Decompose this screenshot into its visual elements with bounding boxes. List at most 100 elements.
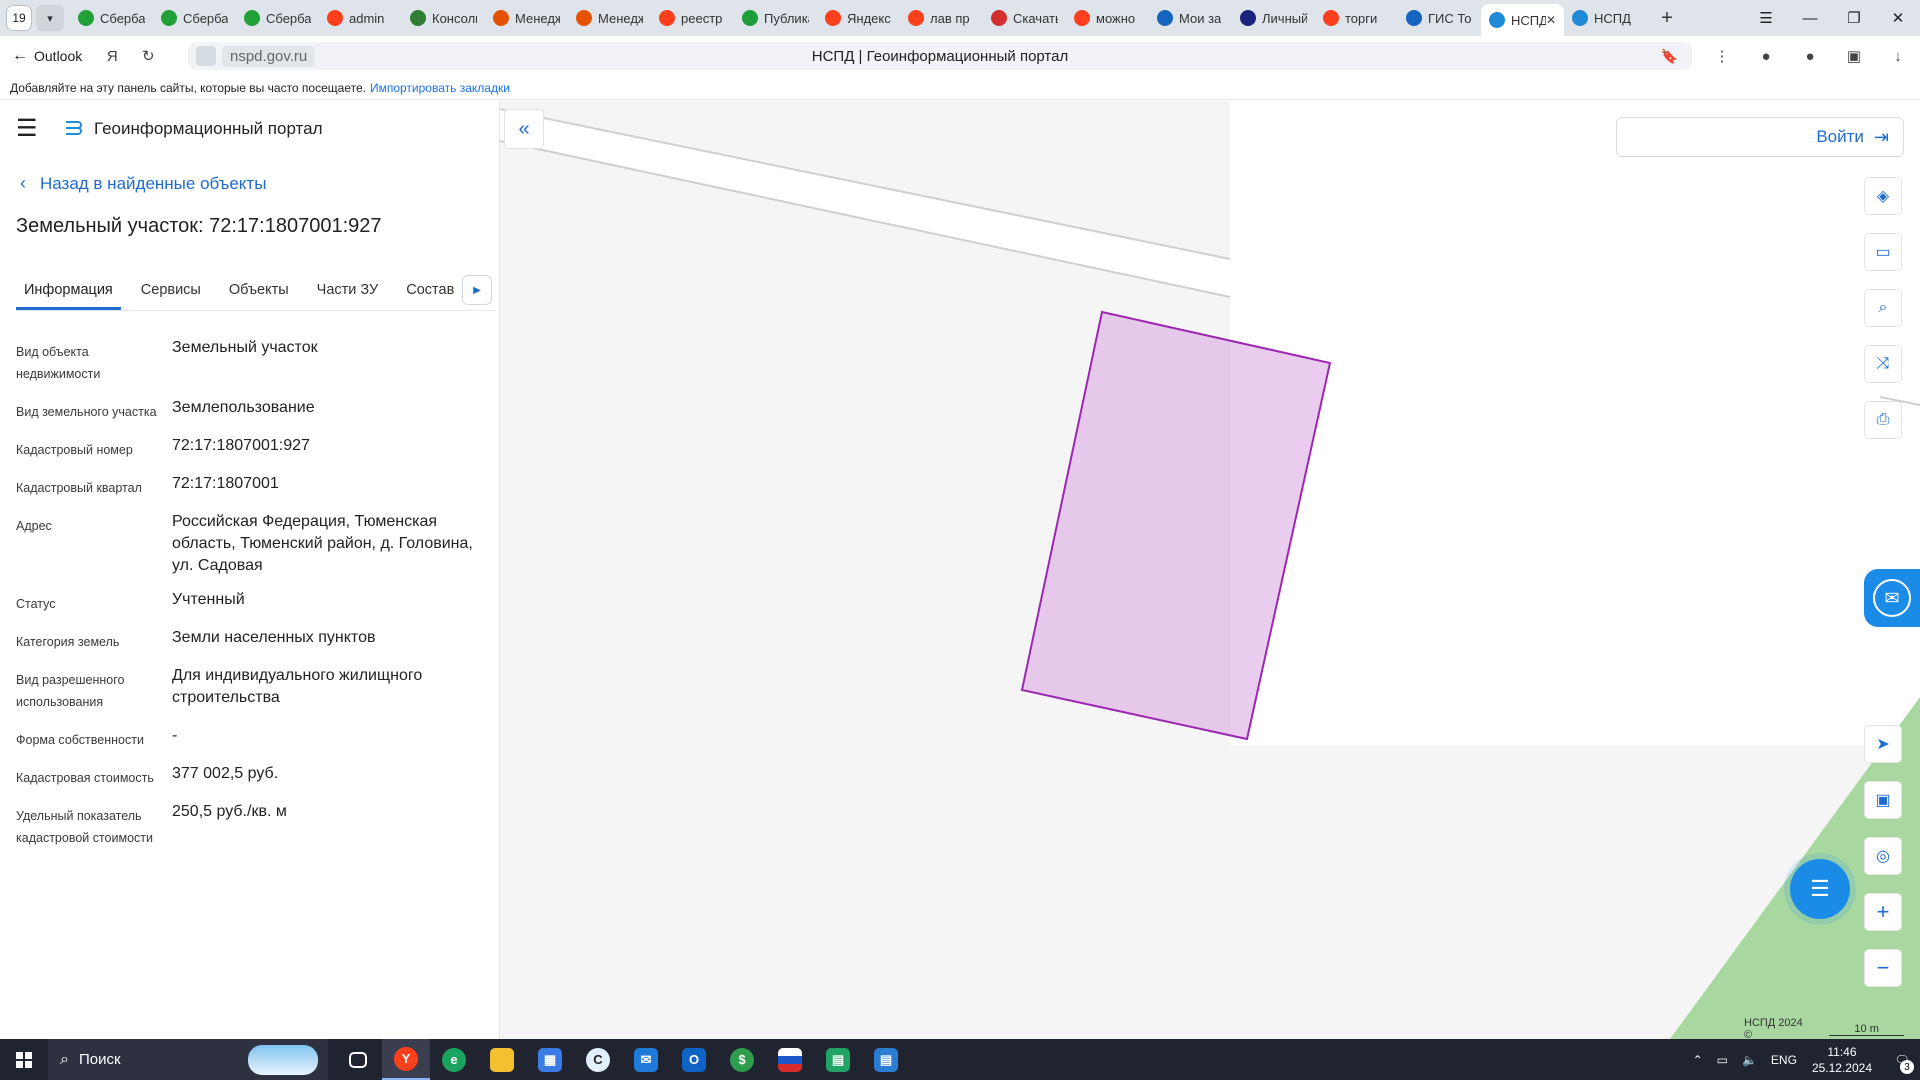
- tab-parts[interactable]: Части ЗУ: [309, 282, 387, 310]
- document-icon[interactable]: ▤: [862, 1039, 910, 1080]
- select-area-icon[interactable]: ⌕: [1864, 289, 1902, 327]
- menu-icon[interactable]: ☰: [16, 117, 44, 141]
- tab-services[interactable]: Сервисы: [133, 282, 209, 310]
- close-window-button[interactable]: ✕: [1876, 9, 1920, 27]
- minimize-button[interactable]: —: [1788, 10, 1832, 27]
- print-icon[interactable]: ⎙: [1864, 401, 1902, 439]
- browser-tab[interactable]: можно: [1066, 4, 1149, 32]
- browser-tab[interactable]: Сбербанк: [236, 4, 319, 32]
- property-row: Кадастровый номер 72:17:1807001:927: [16, 435, 486, 461]
- browser-tab[interactable]: Менеджер: [568, 4, 651, 32]
- network-icon[interactable]: ▭: [1717, 1053, 1728, 1067]
- tab-label: admin: [349, 10, 385, 26]
- map-scale: НСПД 2024 © 10 m: [1744, 1017, 1904, 1039]
- app-icon[interactable]: $: [718, 1039, 766, 1080]
- tabs-scroll-right-icon[interactable]: ▶: [462, 275, 492, 305]
- reload-icon[interactable]: ↻: [134, 42, 162, 70]
- browser-tab[interactable]: Сбербанк: [153, 4, 236, 32]
- browser-tab[interactable]: НСПД: [1564, 4, 1647, 32]
- browser-tab[interactable]: торги: [1315, 4, 1398, 32]
- app-icon[interactable]: C: [574, 1039, 622, 1080]
- browser-tab[interactable]: Консоль: [402, 4, 485, 32]
- tab-list-dropdown-icon[interactable]: ▾: [36, 5, 64, 31]
- browser-tab[interactable]: НСПД ✕: [1481, 4, 1564, 36]
- notifications-icon[interactable]: 🗨 3: [1884, 1039, 1920, 1080]
- collapse-panel-icon[interactable]: «: [504, 109, 544, 149]
- new-tab-button[interactable]: +: [1653, 4, 1681, 32]
- tab-count-badge[interactable]: 19: [6, 5, 32, 31]
- search-icon: ⌕: [60, 1050, 69, 1068]
- property-value: Земли населенных пунктов: [172, 629, 376, 646]
- task-view-icon[interactable]: [334, 1039, 382, 1080]
- language-indicator[interactable]: ENG: [1771, 1053, 1797, 1067]
- property-value: 377 002,5 руб.: [172, 765, 279, 782]
- import-bookmarks-link[interactable]: Импортировать закладки: [370, 81, 510, 95]
- tab-label: реестр: [681, 10, 723, 26]
- tab-composition[interactable]: Состав: [398, 282, 462, 310]
- browser-tab[interactable]: реестр: [651, 4, 734, 32]
- taskbar-search[interactable]: ⌕ Поиск: [48, 1039, 328, 1080]
- browser-tab[interactable]: Скачать: [983, 4, 1066, 32]
- property-row: Кадастровый квартал 72:17:1807001: [16, 473, 486, 499]
- tab-label: Скачать: [1013, 10, 1058, 26]
- back-to-outlook-button[interactable]: ← Outlook: [12, 47, 82, 65]
- back-to-results-link[interactable]: ‹ Назад в найденные объекты: [20, 173, 266, 194]
- tray-chevron-icon[interactable]: ⌃: [1693, 1053, 1703, 1067]
- map-canvas[interactable]: [500, 101, 1920, 1039]
- tab-label: НСПД: [1594, 10, 1631, 26]
- ruler-icon[interactable]: ▭: [1864, 233, 1902, 271]
- back-label: Outlook: [34, 48, 83, 64]
- volume-icon[interactable]: 🔈: [1742, 1053, 1757, 1067]
- url-box[interactable]: nspd.gov.ru НСПД | Геоинформационный пор…: [188, 42, 1692, 70]
- tab-label: торги: [1345, 10, 1378, 26]
- yandex-browser-icon[interactable]: Y: [382, 1039, 430, 1080]
- share-icon[interactable]: ⤨: [1864, 345, 1902, 383]
- lock-icon[interactable]: [196, 46, 216, 66]
- layers-icon[interactable]: ◈: [1864, 177, 1902, 215]
- tab-label: Публикация: [764, 10, 809, 26]
- property-row: Статус Учтенный: [16, 589, 486, 615]
- tab-objects[interactable]: Объекты: [221, 282, 297, 310]
- browser-tab[interactable]: Яндекс: [817, 4, 900, 32]
- support-chat-icon[interactable]: ✉: [1864, 569, 1920, 627]
- browser-tab[interactable]: Менеджер: [485, 4, 568, 32]
- restore-button[interactable]: ❐: [1832, 9, 1876, 27]
- tab-info[interactable]: Информация: [16, 282, 121, 310]
- locate-point-icon[interactable]: ◎: [1864, 837, 1902, 875]
- spreadsheet-icon[interactable]: ▤: [814, 1039, 862, 1080]
- zoom-out-button[interactable]: −: [1864, 949, 1902, 987]
- geolocation-icon[interactable]: ➤: [1864, 725, 1902, 763]
- chat-fab-icon[interactable]: ☰: [1790, 859, 1850, 919]
- minimap-icon[interactable]: ▣: [1864, 781, 1902, 819]
- extension-icon[interactable]: ●: [1788, 48, 1832, 65]
- app-icon[interactable]: [766, 1039, 814, 1080]
- property-row: Форма собственности -: [16, 725, 486, 751]
- zoom-in-button[interactable]: +: [1864, 893, 1902, 931]
- browser-tab[interactable]: ГИС То: [1398, 4, 1481, 32]
- yandex-icon[interactable]: Я: [98, 42, 126, 70]
- bookmark-icon[interactable]: 🔖: [1661, 48, 1678, 65]
- browser-tab[interactable]: admin: [319, 4, 402, 32]
- file-explorer-icon[interactable]: [478, 1039, 526, 1080]
- more-menu-icon[interactable]: ⋮: [1700, 47, 1744, 65]
- mail-icon[interactable]: ✉: [622, 1039, 670, 1080]
- tab-close-icon[interactable]: ✕: [1546, 13, 1556, 27]
- collections-icon[interactable]: ▣: [1832, 47, 1876, 65]
- extension-icon[interactable]: ●: [1744, 48, 1788, 65]
- downloads-icon[interactable]: ↓: [1876, 48, 1920, 65]
- clock[interactable]: 11:46 25.12.2024: [1812, 1044, 1872, 1076]
- edge-icon[interactable]: e: [430, 1039, 478, 1080]
- start-button[interactable]: [0, 1039, 48, 1080]
- tab-favicon-icon: [825, 10, 841, 26]
- search-placeholder: Поиск: [78, 1051, 121, 1068]
- store-icon[interactable]: ▦: [526, 1039, 574, 1080]
- login-button[interactable]: Войти ⇥: [1616, 117, 1904, 157]
- browser-tab[interactable]: Мои за: [1149, 4, 1232, 32]
- tab-menu-icon[interactable]: ☰: [1744, 9, 1788, 27]
- browser-tab[interactable]: Публикация: [734, 4, 817, 32]
- outlook-icon[interactable]: O: [670, 1039, 718, 1080]
- browser-tab[interactable]: Сбербанк: [70, 4, 153, 32]
- browser-tab[interactable]: лав пр: [900, 4, 983, 32]
- browser-tab[interactable]: Личный: [1232, 4, 1315, 32]
- map-view[interactable]: « Войти ⇥ ◈ ▭ ⌕ ⤨ ⎙ ✉ ➤ ▣ ◎ + − ☰ НСПД 2…: [500, 101, 1920, 1039]
